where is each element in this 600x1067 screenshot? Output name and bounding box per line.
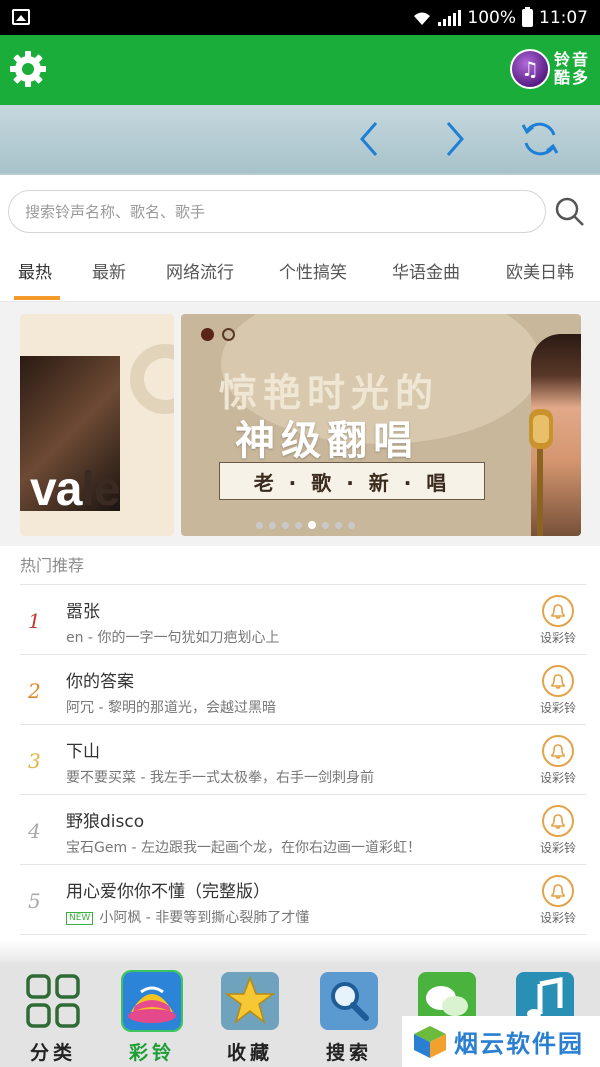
- image-notification-icon: [12, 9, 30, 25]
- set-ringback-button[interactable]: 设彩铃: [536, 875, 580, 926]
- banner-subheadline: 神级翻唱: [235, 417, 419, 464]
- slide-indicator: [201, 328, 235, 341]
- app-logo: ♫ 铃 音 酷 多: [510, 49, 590, 89]
- clock: 11:07: [539, 7, 588, 28]
- magnifier-icon: [320, 972, 378, 1030]
- active-tab-indicator: [14, 296, 60, 300]
- browser-nav-strip: [0, 105, 600, 175]
- set-ringback-button[interactable]: 设彩铃: [536, 665, 580, 716]
- bell-icon: [551, 604, 565, 619]
- nav-label: 分类: [29, 1042, 76, 1064]
- list-item[interactable]: 4 野狼disco 宝石Gem - 左边跟我一起画个龙，在你右边画一道彩虹！ 设…: [20, 794, 586, 864]
- music-note-icon: ♫: [510, 49, 550, 89]
- tab-hottest[interactable]: 最热: [18, 258, 52, 283]
- refresh-icon[interactable]: [518, 117, 562, 161]
- song-subtitle: NEW 小阿枫 - 非要等到撕心裂肺了才懂: [66, 907, 309, 927]
- song-subtitle: 阿冗 - 黎明的那道光，会越过黑暗: [66, 700, 276, 716]
- nav-label: 搜索: [325, 1042, 372, 1064]
- carousel-dots: [256, 521, 355, 529]
- grid-icon: [26, 974, 80, 1028]
- back-arrow-icon[interactable]: [348, 117, 392, 161]
- song-title: 用心爱你你不懂（完整版）: [66, 882, 270, 902]
- bell-icon: [551, 674, 565, 689]
- bell-icon: [551, 814, 565, 829]
- banner-slide-previous[interactable]: vale: [20, 314, 174, 536]
- list-divider: [20, 934, 586, 935]
- nav-favorites[interactable]: 收藏: [217, 972, 283, 1065]
- decorative-ring: [130, 344, 174, 414]
- search-box[interactable]: [8, 190, 546, 233]
- set-ringback-label: 设彩铃: [539, 771, 576, 785]
- search-icon[interactable]: [554, 196, 586, 228]
- settings-gear-icon[interactable]: [8, 49, 48, 89]
- status-right: 100% 11:07: [412, 0, 588, 35]
- watermark-text: 烟云软件园: [454, 1030, 584, 1058]
- set-ringback-label: 设彩铃: [539, 841, 576, 855]
- song-subtitle: 宝石Gem - 左边跟我一起画个龙，在你右边画一道彩虹！: [66, 840, 422, 856]
- nav-ringback[interactable]: 彩铃: [119, 970, 185, 1065]
- rank-number: 5: [28, 889, 41, 913]
- song-subtitle: 要不要买菜 - 我左手一式太极拳，右手一剑刺身前: [66, 770, 374, 786]
- signal-icon: [438, 9, 462, 26]
- bell-icon: [551, 884, 565, 899]
- cube-logo-icon: [414, 1025, 446, 1058]
- tab-newest[interactable]: 最新: [92, 258, 126, 283]
- list-item[interactable]: 5 用心爱你你不懂（完整版） NEW 小阿枫 - 非要等到撕心裂肺了才懂 设彩铃: [20, 864, 586, 934]
- section-title: 热门推荐: [20, 556, 85, 575]
- song-title: 你的答案: [66, 672, 134, 692]
- list-item[interactable]: 1 嚣张 en - 你的一字一句犹如刀疤划心上 设彩铃: [20, 584, 586, 654]
- watermark: 烟云软件园: [402, 1016, 600, 1067]
- wifi-icon: [414, 12, 431, 25]
- app-header: ♫ 铃 音 酷 多: [0, 35, 600, 105]
- set-ringback-button[interactable]: 设彩铃: [536, 595, 580, 646]
- song-title: 野狼disco: [66, 812, 145, 832]
- forward-arrow-icon[interactable]: [432, 117, 476, 161]
- star-icon: [221, 972, 279, 1030]
- nav-search[interactable]: 搜索: [316, 972, 382, 1065]
- battery-icon: [522, 6, 533, 27]
- nav-label: 收藏: [226, 1042, 273, 1064]
- bottom-shadow: [0, 940, 600, 962]
- nav-category[interactable]: 分类: [20, 972, 86, 1065]
- song-title: 下山: [66, 742, 100, 762]
- set-ringback-label: 设彩铃: [539, 911, 576, 925]
- colorful-hat-icon: [121, 970, 183, 1032]
- tab-funny[interactable]: 个性搞笑: [279, 258, 347, 283]
- nav-label: 彩铃: [128, 1042, 175, 1064]
- hot-list: 1 嚣张 en - 你的一字一句犹如刀疤划心上 设彩铃 2 你的答案 阿冗 - …: [20, 584, 586, 935]
- rank-number: 3: [28, 749, 41, 773]
- song-title: 嚣张: [66, 602, 100, 622]
- search-input[interactable]: [9, 191, 545, 232]
- rank-number: 1: [28, 609, 41, 633]
- tab-chinese-classics[interactable]: 华语金曲: [392, 258, 460, 283]
- banner-left-text: vale: [30, 463, 120, 516]
- banner-carousel[interactable]: vale 惊艳时光的 神级翻唱 老 · 歌 · 新 · 唱: [0, 302, 600, 546]
- logo-text: 铃 音 酷 多: [554, 50, 589, 87]
- song-subtitle: en - 你的一字一句犹如刀疤划心上: [66, 630, 280, 646]
- banner-slide-current[interactable]: 惊艳时光的 神级翻唱 老 · 歌 · 新 · 唱: [181, 314, 581, 536]
- new-badge: NEW: [66, 912, 94, 925]
- rank-number: 2: [28, 679, 41, 703]
- set-ringback-label: 设彩铃: [539, 631, 576, 645]
- tab-internet-popular[interactable]: 网络流行: [166, 258, 234, 283]
- list-item[interactable]: 3 下山 要不要买菜 - 我左手一式太极拳，右手一剑刺身前 设彩铃: [20, 724, 586, 794]
- tab-western-jk[interactable]: 欧美日韩: [506, 258, 574, 283]
- banner-tagline: 老 · 歌 · 新 · 唱: [219, 462, 485, 500]
- list-item[interactable]: 2 你的答案 阿冗 - 黎明的那道光，会越过黑暗 设彩铃: [20, 654, 586, 724]
- rank-number: 4: [28, 819, 41, 843]
- bell-icon: [551, 744, 565, 759]
- status-bar: 100% 11:07: [0, 0, 600, 35]
- set-ringback-label: 设彩铃: [539, 701, 576, 715]
- category-tabs: 最热 最新 网络流行 个性搞笑 华语金曲 欧美日韩: [0, 248, 600, 302]
- microphone-icon: [529, 409, 553, 536]
- set-ringback-button[interactable]: 设彩铃: [536, 735, 580, 786]
- set-ringback-button[interactable]: 设彩铃: [536, 805, 580, 856]
- battery-percent: 100%: [467, 7, 516, 28]
